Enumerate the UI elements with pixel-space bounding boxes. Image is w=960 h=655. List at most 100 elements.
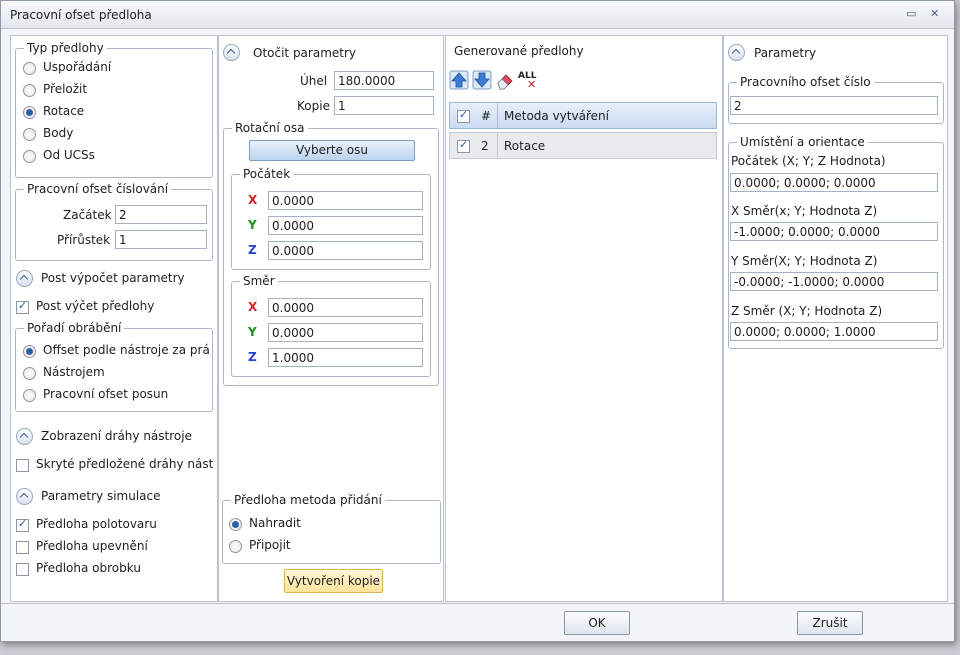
sim-part-checkbox[interactable]	[16, 563, 29, 576]
axis-z-label: Z	[248, 243, 257, 257]
numbering-group: Pracovní ofset číslování	[15, 182, 213, 261]
origin-x-input[interactable]: 0.0000	[268, 191, 423, 210]
post-section-title: Post výpočet parametry	[41, 271, 185, 285]
direction-x-input[interactable]: 0.0000	[268, 298, 423, 317]
ydir-label: Y Směr(X; Y; Hodnota Z)	[731, 254, 878, 268]
radio-nahradit[interactable]	[229, 518, 242, 531]
column-header-method[interactable]: Metoda vytváření	[504, 109, 609, 123]
collapse-chevron-icon[interactable]	[16, 428, 33, 445]
copies-input[interactable]: 1	[334, 96, 434, 115]
step-label: Přírůstek	[57, 233, 111, 247]
parameters-panel: Parametry Pracovního ofset číslo 2 Umíst…	[723, 35, 948, 602]
params-section-title: Parametry	[754, 46, 817, 60]
radio-nastrojem[interactable]	[23, 367, 36, 380]
radio-offset-posun[interactable]	[23, 389, 36, 402]
radio-od-ucss[interactable]	[23, 150, 36, 163]
radio-body[interactable]	[23, 128, 36, 141]
grid-header-row: # Metoda vytváření	[449, 102, 717, 129]
axis-z-label: Z	[248, 350, 257, 364]
ok-button[interactable]: OK	[564, 611, 630, 635]
select-axis-button[interactable]: Vyberte osu	[249, 140, 415, 161]
radio-rotace[interactable]	[23, 106, 36, 119]
axis-y-label: Y	[248, 325, 257, 339]
left-panel: Typ předlohy Uspořádání Přeložit Rotace …	[10, 35, 218, 602]
collapse-chevron-icon[interactable]	[728, 44, 745, 61]
cancel-button[interactable]: Zrušit	[797, 611, 863, 635]
title-bar: Pracovní ofset předloha ▭ ✕	[1, 1, 954, 29]
collapse-chevron-icon[interactable]	[16, 488, 33, 505]
radio-label: Body	[43, 126, 74, 140]
radio-label: Nahradit	[249, 516, 301, 530]
add-method-group: Předloha metoda přidání	[222, 493, 441, 564]
post-checkbox-label: Post výčet předlohy	[36, 299, 155, 313]
radio-label: Nástrojem	[43, 365, 105, 379]
row-method: Rotace	[504, 139, 546, 153]
axis-x-label: X	[248, 300, 258, 314]
row-number: 2	[481, 139, 489, 153]
add-method-legend: Předloha metoda přidání	[231, 493, 385, 507]
zdir-input[interactable]: 0.0000; 0.0000; 1.0000	[730, 322, 938, 341]
numbering-legend: Pracovní ofset číslování	[24, 182, 172, 196]
origin-z-input[interactable]: 0.0000	[268, 241, 423, 260]
toolpath-section-title: Zobrazení dráhy nástroje	[41, 429, 192, 443]
restore-icon[interactable]: ▭	[906, 7, 916, 20]
rotate-section-title: Otočit parametry	[253, 46, 357, 60]
origin-legend: Počátek	[240, 167, 294, 181]
direction-y-input[interactable]: 0.0000	[268, 323, 423, 342]
window-title: Pracovní ofset předloha	[10, 8, 152, 22]
angle-label: Úhel	[300, 74, 328, 88]
ydir-input[interactable]: -0.0000; -1.0000; 0.0000	[730, 272, 938, 291]
radio-label: Pracovní ofset posun	[43, 387, 169, 401]
create-copy-button[interactable]: Vytvoření kopie	[284, 569, 383, 593]
close-icon[interactable]: ✕	[930, 7, 939, 20]
template-type-legend: Typ předlohy	[24, 41, 107, 55]
start-label: Začátek	[63, 208, 112, 222]
radio-label: Připojit	[249, 538, 291, 552]
collapse-chevron-icon[interactable]	[16, 270, 33, 287]
sim-stock-checkbox[interactable]	[16, 517, 29, 532]
table-row[interactable]: 2 Rotace	[449, 132, 717, 159]
delete-all-icon[interactable]: ALL ✕	[518, 70, 538, 91]
radio-label: Od UCSs	[43, 148, 95, 162]
origin-label: Počátek (X; Y; Z Hodnota)	[731, 154, 886, 168]
xdir-input[interactable]: -1.0000; 0.0000; 0.0000	[730, 222, 938, 241]
sim-checkbox-label: Předloha obrobku	[36, 561, 141, 575]
step-input[interactable]: 1	[115, 230, 207, 249]
column-header-number[interactable]: #	[481, 109, 491, 123]
arrow-up-icon[interactable]	[449, 70, 469, 90]
sim-checkbox-label: Předloha upevnění	[36, 539, 148, 553]
start-input[interactable]: 2	[115, 205, 207, 224]
wo-number-legend: Pracovního ofset číslo	[737, 75, 874, 89]
row-checkbox[interactable]	[457, 138, 470, 153]
axis-x-label: X	[248, 193, 258, 207]
zdir-label: Z Směr (X; Y; Hodnota Z)	[731, 304, 883, 318]
hide-toolpaths-checkbox[interactable]	[16, 459, 29, 472]
rotate-panel: Otočit parametry Úhel 180.0000 Kopie 1 R…	[218, 35, 444, 602]
simulation-section-title: Parametry simulace	[41, 489, 161, 503]
radio-pripojit[interactable]	[229, 540, 242, 553]
origin-y-input[interactable]: 0.0000	[268, 216, 423, 235]
radio-label: Uspořádání	[43, 60, 112, 74]
origin-input[interactable]: 0.0000; 0.0000; 0.0000	[730, 173, 938, 192]
rotation-axis-legend: Rotační osa	[232, 121, 308, 135]
radio-usporadani[interactable]	[23, 62, 36, 75]
eraser-icon[interactable]	[495, 70, 515, 90]
hide-toolpaths-label: Skryté předložené dráhy nástr	[36, 457, 214, 471]
post-checkbox[interactable]	[16, 299, 29, 314]
direction-z-input[interactable]: 1.0000	[268, 348, 423, 367]
wo-number-input[interactable]: 2	[730, 96, 938, 115]
angle-input[interactable]: 180.0000	[334, 71, 434, 90]
collapse-chevron-icon[interactable]	[223, 44, 240, 61]
generated-title: Generované předlohy	[454, 44, 584, 58]
axis-y-label: Y	[248, 218, 257, 232]
radio-label: Offset podle nástroje za prá	[43, 343, 209, 357]
sim-checkbox-label: Předloha polotovaru	[36, 517, 157, 531]
arrow-down-icon[interactable]	[472, 70, 492, 90]
copies-label: Kopie	[297, 99, 330, 113]
sim-fixture-checkbox[interactable]	[16, 541, 29, 554]
header-checkbox[interactable]	[457, 108, 470, 123]
machining-order-legend: Pořadí obrábění	[24, 321, 125, 335]
radio-prelozit[interactable]	[23, 84, 36, 97]
radio-offset-tool[interactable]	[23, 345, 36, 358]
direction-legend: Směr	[240, 274, 278, 288]
